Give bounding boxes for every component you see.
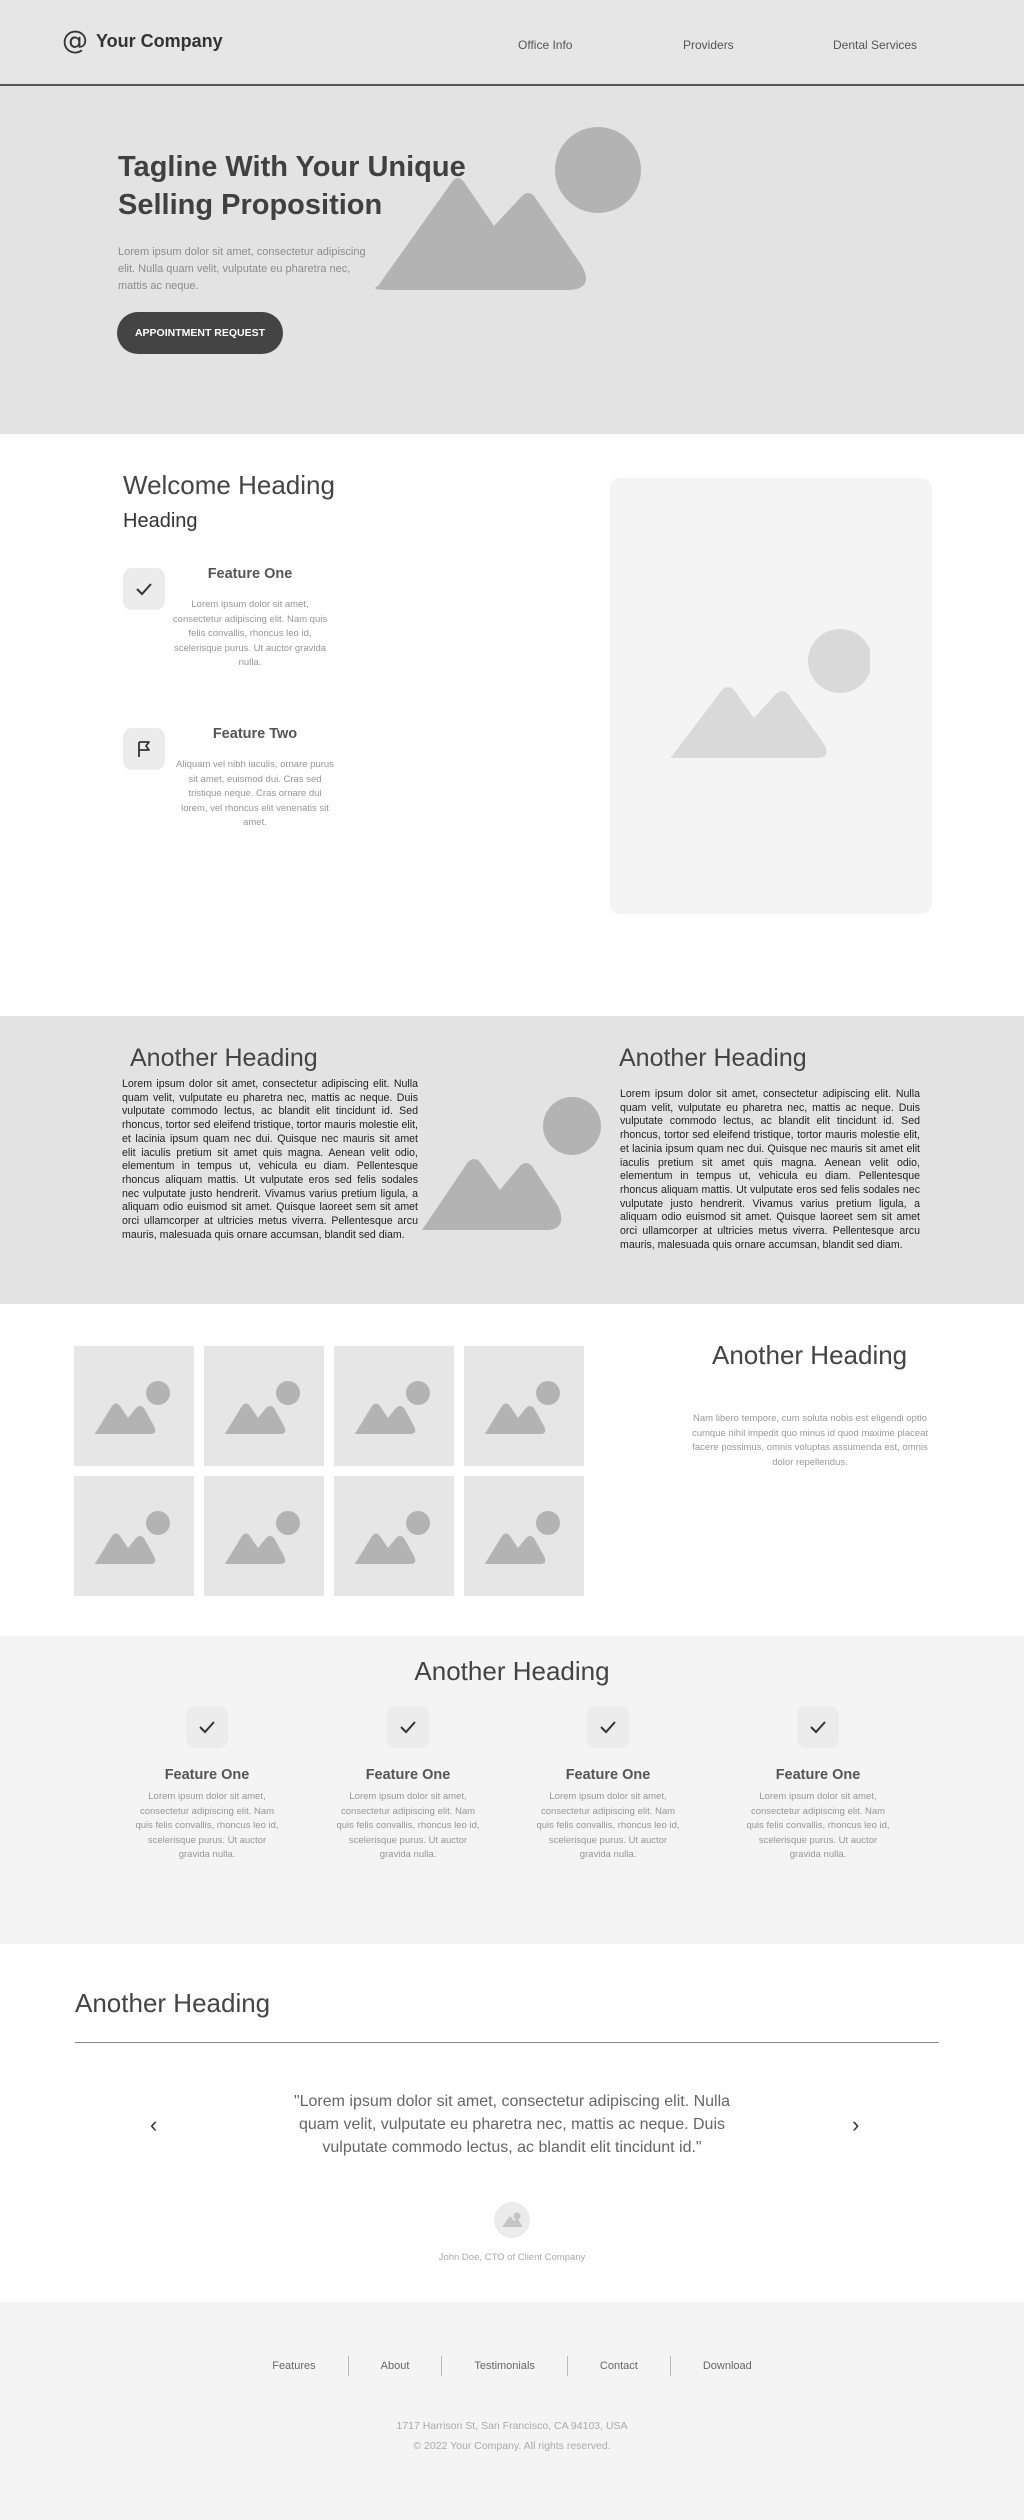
image-placeholder-icon (484, 1381, 560, 1434)
image-placeholder-icon (94, 1381, 170, 1434)
hero-section: Tagline With Your Unique Selling Proposi… (0, 86, 1024, 434)
footer-link-download[interactable]: Download (671, 2360, 784, 2372)
footer-link-about[interactable]: About (349, 2360, 442, 2372)
logo[interactable]: @ Your Company (62, 28, 223, 54)
gallery-tile[interactable] (204, 1476, 324, 1596)
image-gallery (74, 1346, 586, 1596)
chevron-left-icon[interactable]: ‹ (150, 2112, 157, 2138)
section-body-text: Lorem ipsum dolor sit amet, consectetur … (122, 1078, 418, 1241)
gallery-tile[interactable] (74, 1346, 194, 1466)
feature-title: Feature One (775, 1767, 861, 1783)
footer-nav: Features About Testimonials Contact Down… (0, 2356, 1024, 2376)
testimonial-author: John Doe, CTO of Client Company (438, 2252, 586, 2263)
feature-text: Lorem ipsum dolor sit amet, consectetur … (336, 1791, 480, 1860)
feature-title: Feature One (565, 1767, 651, 1783)
feature-title: Feature One (207, 566, 293, 582)
footer-link-testimonials[interactable]: Testimonials (442, 2360, 567, 2372)
footer-copyright: © 2022 Your Company. All rights reserved… (413, 2440, 611, 2452)
divider (75, 2042, 939, 2043)
section-body-text: Lorem ipsum dolor sit amet, consectetur … (620, 1088, 920, 1251)
footer-address: 1717 Harrison St, San Francisco, CA 9410… (396, 2420, 628, 2432)
section-heading: Another Heading (130, 1044, 318, 1072)
image-placeholder-icon (94, 1511, 170, 1564)
flag-icon (123, 728, 165, 770)
welcome-image-placeholder (610, 478, 932, 914)
feature-text: Lorem ipsum dolor sit amet, consectetur … (746, 1791, 890, 1860)
features-heading: Another Heading (414, 1656, 610, 1686)
section-heading: Another Heading (619, 1044, 807, 1072)
feature-text: Lorem ipsum dolor sit amet, consectetur … (536, 1791, 680, 1860)
footer-link-contact[interactable]: Contact (568, 2360, 670, 2372)
check-icon (123, 568, 165, 610)
testimonial-heading: Another Heading (75, 1988, 271, 2018)
nav-link-dental-services[interactable]: Dental Services (833, 38, 917, 52)
image-placeholder-icon (670, 629, 870, 758)
nav-link-office-info[interactable]: Office Info (518, 38, 572, 52)
gallery-tile[interactable] (464, 1346, 584, 1466)
at-sign-icon: @ (62, 26, 88, 56)
footer-link-features[interactable]: Features (240, 2360, 347, 2372)
gallery-text: Nam libero tempore, cum soluta nobis est… (691, 1413, 929, 1468)
chevron-right-icon[interactable]: › (852, 2112, 859, 2138)
gallery-tile[interactable] (334, 1476, 454, 1596)
gallery-tile[interactable] (464, 1476, 584, 1596)
image-placeholder-icon (224, 1511, 300, 1564)
avatar (494, 2202, 530, 2238)
hero-text: Lorem ipsum dolor sit amet, consectetur … (118, 246, 366, 292)
nav-link-providers[interactable]: Providers (683, 38, 734, 52)
feature-title: Feature Two (212, 726, 298, 742)
avatar-placeholder-icon (502, 2212, 523, 2227)
gallery-tile[interactable] (74, 1476, 194, 1596)
feature-text: Lorem ipsum dolor sit amet, consectetur … (172, 599, 328, 668)
image-placeholder-icon (224, 1381, 300, 1434)
image-placeholder-icon (354, 1511, 430, 1564)
welcome-heading: Welcome Heading (123, 470, 335, 500)
welcome-subheading: Heading (123, 510, 198, 532)
gallery-tile[interactable] (334, 1346, 454, 1466)
gallery-heading: Another Heading (712, 1340, 908, 1370)
site-footer (0, 2302, 1024, 2520)
feature-text: Aliquam vel nibh iaculis, ornare purus s… (176, 759, 334, 828)
gallery-tile[interactable] (204, 1346, 324, 1466)
testimonial-quote: "Lorem ipsum dolor sit amet, consectetur… (293, 2093, 731, 2156)
check-icon (387, 1706, 429, 1748)
check-icon (797, 1706, 839, 1748)
check-icon (587, 1706, 629, 1748)
hero-title: Tagline With Your Unique Selling Proposi… (118, 151, 466, 221)
feature-title: Feature One (365, 1767, 451, 1783)
appointment-request-button[interactable]: APPOINTMENT REQUEST (117, 312, 283, 354)
feature-text: Lorem ipsum dolor sit amet, consectetur … (135, 1791, 279, 1860)
check-icon (186, 1706, 228, 1748)
image-placeholder-icon (484, 1511, 560, 1564)
company-name: Your Company (96, 30, 223, 51)
image-placeholder-icon (420, 1097, 601, 1230)
image-placeholder-icon (354, 1381, 430, 1434)
feature-title: Feature One (164, 1767, 250, 1783)
